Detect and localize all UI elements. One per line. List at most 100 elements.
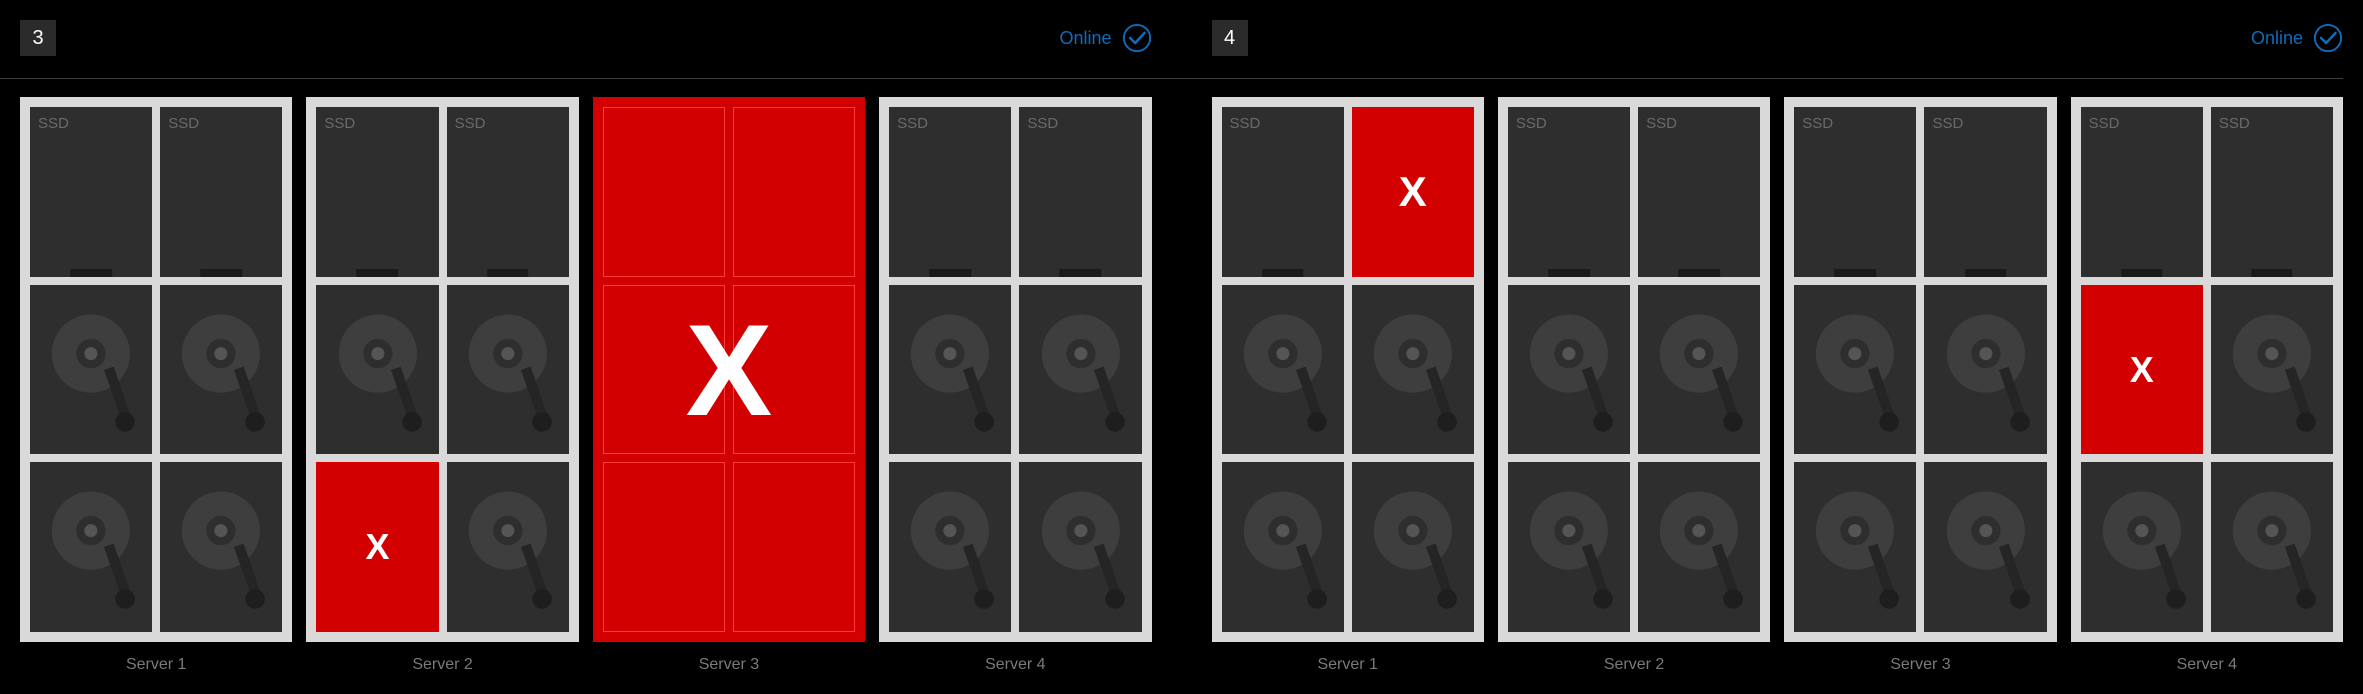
- server-label: Server 3: [1784, 656, 2056, 674]
- check-circle-icon: [2313, 23, 2343, 53]
- server: SSD: [1212, 97, 1484, 642]
- ssd-drive: SSD: [30, 107, 152, 277]
- ssd-drive: SSD: [1222, 107, 1344, 277]
- hdd-icon: [1234, 302, 1332, 438]
- hdd-drive: [889, 462, 1011, 632]
- server: SSD SSD: [306, 97, 578, 642]
- divider: [212, 78, 2344, 79]
- hdd-drive: [603, 462, 725, 632]
- ssd-connector: [357, 269, 399, 277]
- ssd-drive: SSD: [316, 107, 438, 277]
- ssd-label: SSD: [897, 115, 928, 132]
- ssd-label: SSD: [455, 115, 486, 132]
- hdd-drive: [733, 285, 855, 455]
- hdd-icon: [2223, 479, 2321, 615]
- server: SSD SSD: [1498, 97, 1770, 642]
- hdd-drive: [160, 285, 282, 455]
- ssd-connector: [2251, 269, 2293, 277]
- server-column: Server 3: [593, 97, 865, 674]
- hdd-drive: [889, 285, 1011, 455]
- hdd-icon: [901, 302, 999, 438]
- ssd-drive: SSD: [1638, 107, 1760, 277]
- ssd-label: SSD: [1230, 115, 1261, 132]
- ssd-connector: [929, 269, 971, 277]
- server-column: SSD Server 1: [1212, 97, 1484, 674]
- ssd-connector: [1678, 269, 1720, 277]
- ssd-drive: [733, 107, 855, 277]
- hdd-drive: [1508, 285, 1630, 455]
- server-label: Server 4: [2071, 656, 2343, 674]
- server: [593, 97, 865, 642]
- ssd-drive: SSD: [1019, 107, 1141, 277]
- ssd-drive: SSD: [1794, 107, 1916, 277]
- hdd-drive: [160, 462, 282, 632]
- check-circle-icon: [1122, 23, 1152, 53]
- server-column: SSD SSD Server 3: [1784, 97, 2056, 674]
- ssd-connector: [1965, 269, 2007, 277]
- hdd-icon: [1806, 479, 1904, 615]
- hdd-drive: [30, 285, 152, 455]
- panel-4: 4 Online SSD Server 1SSDSSD: [1212, 20, 2344, 674]
- hdd-icon: [2223, 302, 2321, 438]
- server-label: Server 2: [1498, 656, 1770, 674]
- server: SSD SSD: [879, 97, 1151, 642]
- hdd-drive: [447, 285, 569, 455]
- hdd-icon: [459, 479, 557, 615]
- hdd-drive: [603, 285, 725, 455]
- hdd-drive: [1019, 285, 1141, 455]
- hdd-icon: [2093, 479, 2191, 615]
- server-row: SSD SSD Server 1 SSD SSD: [20, 97, 1152, 674]
- server-label: Server 2: [306, 656, 578, 674]
- hdd-drive: [1794, 285, 1916, 455]
- ssd-drive: SSD: [1508, 107, 1630, 277]
- hdd-icon: [1650, 479, 1748, 615]
- ssd-drive-failed: [1352, 107, 1474, 277]
- ssd-label: SSD: [1027, 115, 1058, 132]
- hdd-icon: [172, 302, 270, 438]
- ssd-connector: [1262, 269, 1304, 277]
- hdd-drive: [2211, 462, 2333, 632]
- hdd-drive: [30, 462, 152, 632]
- hdd-drive: [733, 462, 855, 632]
- hdd-icon: [1520, 302, 1618, 438]
- hdd-icon: [42, 479, 140, 615]
- hdd-icon: [329, 302, 427, 438]
- hdd-drive: [2081, 462, 2203, 632]
- ssd-label: SSD: [324, 115, 355, 132]
- hdd-drive: [1924, 462, 2046, 632]
- hdd-drive: [1019, 462, 1141, 632]
- ssd-label: SSD: [1802, 115, 1833, 132]
- hdd-icon: [1234, 479, 1332, 615]
- server-column: SSD SSD Server 2: [1498, 97, 1770, 674]
- hdd-icon: [1937, 479, 2035, 615]
- ssd-connector: [1835, 269, 1877, 277]
- status-indicator: Online: [2251, 23, 2343, 53]
- status-label: Online: [2251, 28, 2303, 49]
- ssd-label: SSD: [1932, 115, 1963, 132]
- ssd-drive: SSD: [2081, 107, 2203, 277]
- hdd-icon: [901, 479, 999, 615]
- server-column: SSD SSD Server 1: [20, 97, 292, 674]
- panel-badge: 4: [1212, 20, 1248, 56]
- panel-3: 3 Online SSD SSD Server 1 SSD SSD: [20, 20, 1152, 674]
- ssd-label: SSD: [168, 115, 199, 132]
- status-indicator: Online: [1059, 23, 1151, 53]
- ssd-connector: [70, 269, 112, 277]
- ssd-drive: SSD: [447, 107, 569, 277]
- hdd-icon: [172, 479, 270, 615]
- hdd-drive-failed: [316, 462, 438, 632]
- hdd-drive: [1924, 285, 2046, 455]
- server-column: SSDSSD Server 4: [2071, 97, 2343, 674]
- ssd-drive: SSD: [889, 107, 1011, 277]
- ssd-drive: SSD: [160, 107, 282, 277]
- ssd-label: SSD: [1516, 115, 1547, 132]
- hdd-icon: [1520, 479, 1618, 615]
- panel-header: 4 Online: [1212, 20, 2344, 68]
- hdd-drive: [1638, 285, 1760, 455]
- ssd-connector: [487, 269, 529, 277]
- ssd-connector: [201, 269, 243, 277]
- server-label: Server 1: [20, 656, 292, 674]
- panel-header: 3 Online: [20, 20, 1152, 68]
- ssd-connector: [2121, 269, 2163, 277]
- hdd-icon: [1650, 302, 1748, 438]
